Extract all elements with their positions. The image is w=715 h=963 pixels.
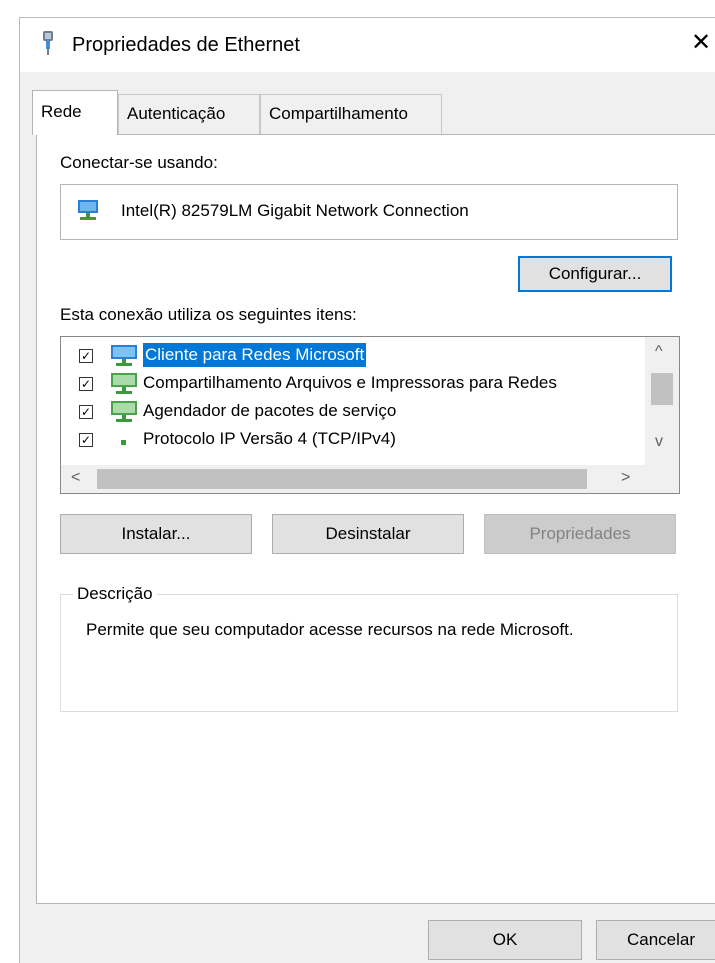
properties-button: Propriedades: [484, 514, 676, 554]
hscroll-thumb[interactable]: [97, 469, 587, 489]
tab-label: Compartilhamento: [269, 104, 408, 123]
description-group: Descrição Permite que seu computador ace…: [60, 583, 678, 712]
network-adapter-icon: [75, 197, 101, 228]
description-legend: Descrição: [73, 583, 157, 605]
item-checkbox[interactable]: ✓: [79, 433, 93, 447]
title-bar: Propriedades de Ethernet ✕: [20, 18, 715, 72]
list-item-ipv4[interactable]: ✓ Protocolo IP Versão 4 (TCP/IPv4): [61, 427, 679, 455]
protocol-icon: [119, 433, 129, 451]
list-item-agendador[interactable]: ✓ Agendador de pacotes de serviço: [61, 399, 679, 427]
window-title: Propriedades de Ethernet: [72, 34, 300, 56]
scroll-left-icon[interactable]: <: [71, 469, 80, 487]
scroll-down-icon[interactable]: v: [655, 433, 663, 451]
configure-button[interactable]: Configurar...: [518, 256, 672, 292]
tab-label: Autenticação: [127, 104, 226, 123]
adapter-box: Intel(R) 82579LM Gigabit Network Connect…: [60, 184, 678, 240]
horizontal-scrollbar[interactable]: < >: [61, 465, 679, 493]
network-client-icon: [109, 343, 141, 372]
scroll-right-icon[interactable]: >: [621, 469, 630, 487]
close-button[interactable]: ✕: [691, 28, 715, 58]
vertical-scrollbar[interactable]: ^ v: [645, 337, 679, 467]
item-checkbox[interactable]: ✓: [79, 377, 93, 391]
tab-compartilhamento[interactable]: Compartilhamento: [260, 94, 442, 134]
tab-strip: Rede Autenticação Compartilhamento: [20, 90, 715, 135]
cancel-button[interactable]: Cancelar: [596, 920, 715, 960]
tab-autenticacao[interactable]: Autenticação: [118, 94, 260, 134]
item-checkbox[interactable]: ✓: [79, 349, 93, 363]
tab-label: Rede: [41, 102, 82, 121]
ok-button[interactable]: OK: [428, 920, 582, 960]
install-button[interactable]: Instalar...: [60, 514, 252, 554]
tab-rede[interactable]: Rede: [32, 90, 118, 135]
scroll-thumb[interactable]: [651, 373, 673, 405]
item-label: Cliente para Redes Microsoft: [143, 343, 367, 367]
scroll-up-icon[interactable]: ^: [655, 343, 663, 361]
list-item-compartilhamento[interactable]: ✓ Compartilhamento Arquivos e Impressora…: [61, 371, 679, 399]
ethernet-properties-dialog: Propriedades de Ethernet ✕ Rede Autentic…: [19, 17, 715, 963]
item-label: Agendador de pacotes de serviço: [143, 401, 397, 420]
ethernet-adapter-icon: [38, 29, 58, 62]
item-checkbox[interactable]: ✓: [79, 405, 93, 419]
description-text: Permite que seu computador acesse recurs…: [86, 620, 574, 639]
network-service-icon: [109, 399, 141, 428]
connect-using-label: Conectar-se usando:: [60, 153, 218, 172]
items-list[interactable]: ✓ Cliente para Redes Microsoft ✓ Compart…: [60, 336, 680, 494]
uninstall-button[interactable]: Desinstalar: [272, 514, 464, 554]
item-label: Protocolo IP Versão 4 (TCP/IPv4): [143, 429, 396, 448]
network-service-icon: [109, 371, 141, 400]
adapter-name: Intel(R) 82579LM Gigabit Network Connect…: [121, 201, 469, 220]
list-item-cliente[interactable]: ✓ Cliente para Redes Microsoft: [61, 343, 679, 371]
items-label: Esta conexão utiliza os seguintes itens:: [60, 305, 357, 324]
item-label: Compartilhamento Arquivos e Impressoras …: [143, 373, 557, 392]
